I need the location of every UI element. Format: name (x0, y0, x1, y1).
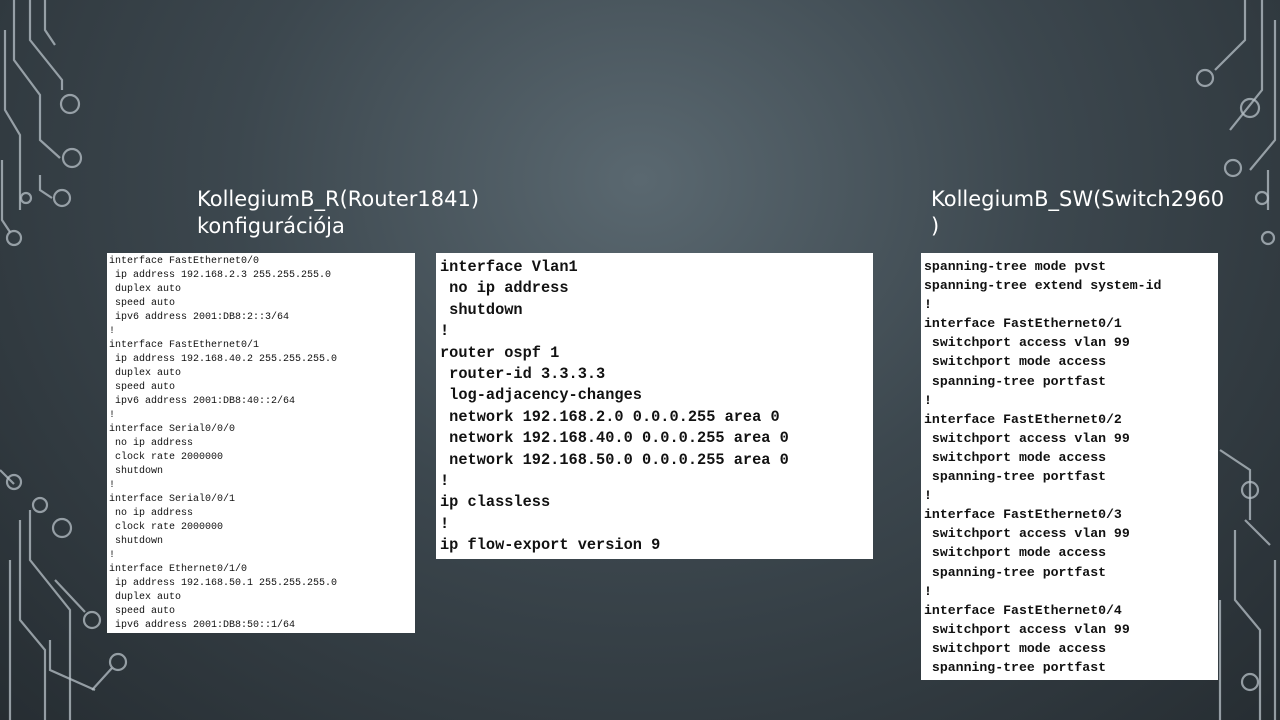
config-line: ! (440, 514, 450, 533)
config-line: ! (440, 322, 450, 341)
config-line: no ip address (440, 279, 569, 298)
config-line: spanning-tree extend system-id (924, 278, 1162, 294)
config-line: interface FastEthernet0/2 (924, 411, 1122, 427)
config-line: ipv6 address 2001:DB8:2::3/64 (109, 312, 290, 323)
config-line: log-adjacency-changes (440, 386, 642, 405)
config-line: ! (440, 472, 450, 491)
switch-config-title: KollegiumB_SW(Switch2960 ) (931, 186, 1224, 240)
config-line: interface Serial0/0/1 (109, 494, 236, 505)
config-line: no ip address (109, 508, 194, 519)
config-line: ipv6 address 2001:DB8:50::1/64 (109, 620, 296, 631)
config-line: clock rate 2000000 (109, 522, 224, 533)
config-line: ! (109, 326, 116, 337)
config-line: shutdown (440, 300, 523, 319)
config-line: shutdown (109, 466, 164, 477)
config-line: spanning-tree portfast (924, 469, 1107, 485)
config-line: ! (109, 480, 116, 491)
config-line: spanning-tree portfast (924, 564, 1107, 580)
router-config-code: interface FastEthernet0/0 ip address 192… (109, 255, 415, 633)
config-line: spanning-tree portfast (924, 659, 1107, 675)
config-line: ! (924, 583, 932, 599)
config-line: spanning-tree portfast (924, 373, 1107, 389)
config-line: speed auto (109, 298, 176, 309)
config-line: interface FastEthernet0/4 (924, 602, 1122, 618)
switch-config-code: spanning-tree mode pvst spanning-tree ext… (924, 257, 1218, 677)
config-line: duplex auto (109, 368, 182, 379)
config-line: ip address 192.168.50.1 255.255.255.0 (109, 578, 338, 589)
config-line: spanning-tree mode pvst (924, 259, 1107, 274)
config-line: switchport access vlan 99 (924, 430, 1130, 446)
config-line: ! (109, 410, 116, 421)
config-line: network 192.168.50.0 0.0.0.255 area 0 (440, 450, 789, 469)
config-line: switchport mode access (924, 449, 1107, 465)
config-line: interface Vlan1 (440, 258, 578, 276)
config-line: speed auto (109, 606, 176, 617)
config-line: ! (924, 392, 932, 408)
config-line: switchport access vlan 99 (924, 335, 1130, 351)
config-line: network 192.168.40.0 0.0.0.255 area 0 (440, 429, 789, 448)
config-line: network 192.168.2.0 0.0.0.255 area 0 (440, 407, 780, 426)
config-line: interface FastEthernet0/0 (109, 256, 260, 267)
config-line: ! (924, 297, 932, 313)
config-line: ! (924, 488, 932, 504)
router-interface-config-panel: interface FastEthernet0/0 ip address 192… (107, 253, 415, 633)
config-line: clock rate 2000000 (109, 452, 224, 463)
config-line: switchport mode access (924, 545, 1107, 561)
config-line: duplex auto (109, 284, 182, 295)
config-line: ipv6 address 2001:DB8:40::2/64 (109, 396, 296, 407)
config-line: no ip address (109, 438, 194, 449)
config-line: ip flow-export version 9 (440, 536, 661, 555)
config-line: ip address 192.168.2.3 255.255.255.0 (109, 270, 332, 281)
switch-config-panel: spanning-tree mode pvst spanning-tree ext… (921, 253, 1218, 680)
config-line: switchport mode access (924, 354, 1107, 370)
router-config-title-line-2: konfigurációja (197, 214, 345, 238)
switch-config-title-line-1: KollegiumB_SW(Switch2960 (931, 187, 1225, 211)
config-line: speed auto (109, 382, 176, 393)
router-ospf-config-panel: interface Vlan1 no ip address shutdown! r… (436, 253, 873, 559)
config-line: interface Serial0/0/0 (109, 424, 236, 435)
config-line: interface FastEthernet0/1 (924, 316, 1122, 332)
config-line: duplex auto (109, 592, 182, 603)
config-line: interface FastEthernet0/3 (924, 507, 1122, 523)
config-line: router ospf 1 (440, 343, 560, 362)
router-config-title-line-1: KollegiumB_R(Router1841) (197, 187, 480, 211)
config-line: ip classless (440, 493, 551, 512)
config-line: interface FastEthernet0/1 (109, 340, 260, 351)
config-line: router-id 3.3.3.3 (440, 365, 606, 384)
router-config-title: KollegiumB_R(Router1841) konfigurációja (197, 186, 479, 240)
config-line: ! (109, 550, 116, 561)
ospf-config-code: interface Vlan1 no ip address shutdown! r… (440, 257, 873, 557)
config-line: switchport access vlan 99 (924, 621, 1130, 637)
config-line: shutdown (109, 536, 164, 547)
config-line: switchport access vlan 99 (924, 526, 1130, 542)
config-line: ip address 192.168.40.2 255.255.255.0 (109, 354, 338, 365)
config-line: interface Ethernet0/1/0 (109, 564, 248, 575)
config-line: switchport mode access (924, 640, 1107, 656)
switch-config-title-line-2: ) (931, 214, 940, 238)
